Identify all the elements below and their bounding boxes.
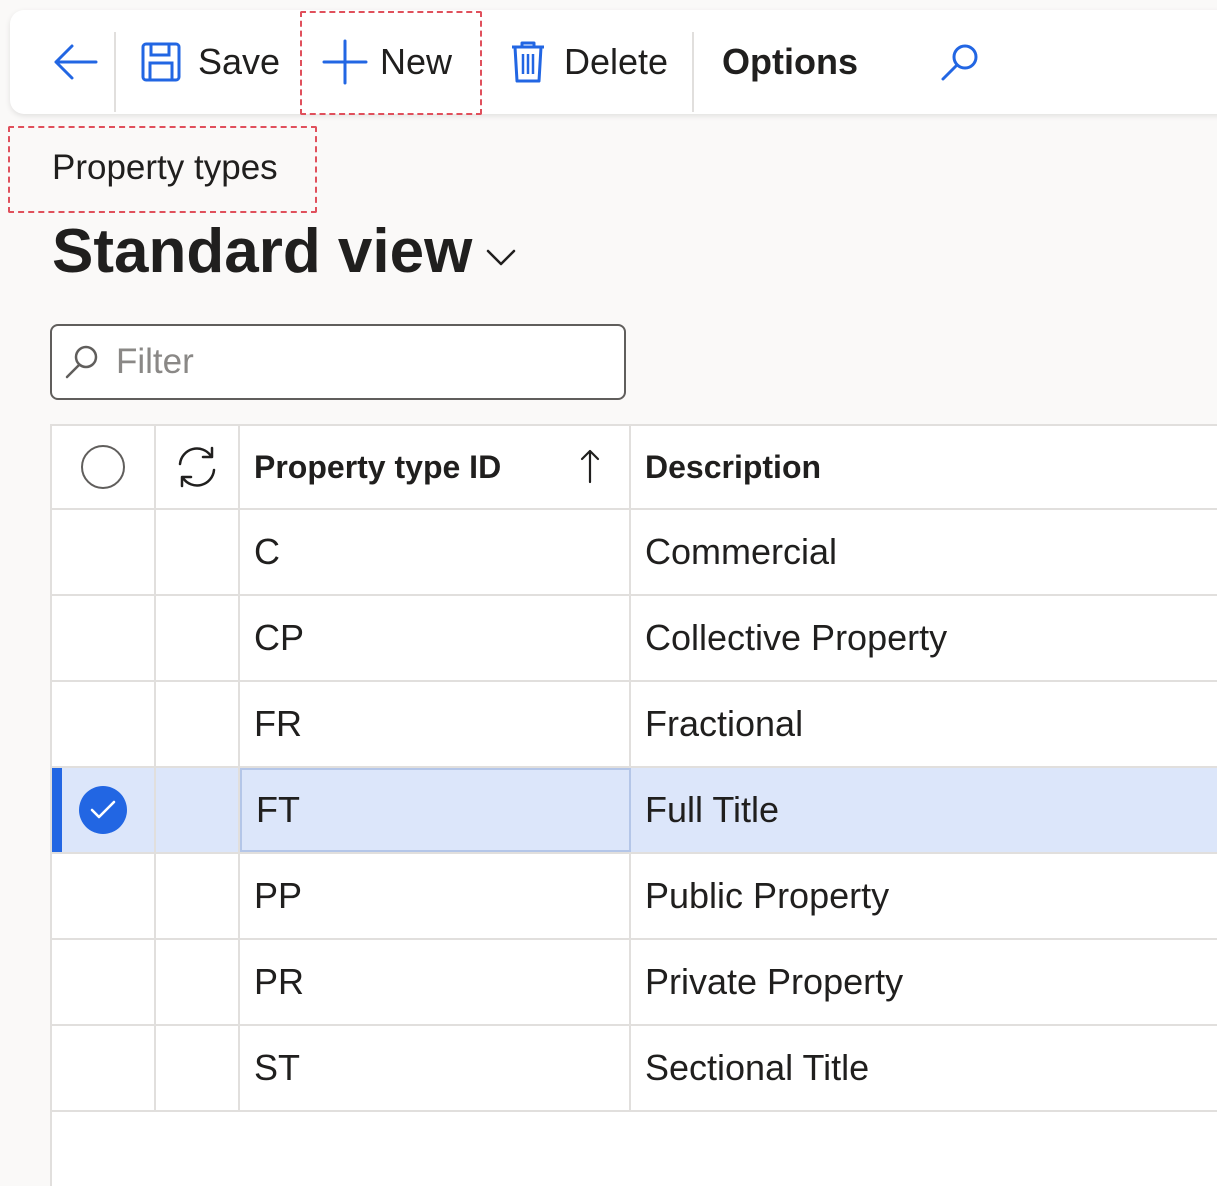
row-description-cell[interactable]: Public Property [631, 854, 1217, 938]
grid-header-row: Property type ID Description [52, 426, 1217, 510]
column-header-id[interactable]: Property type ID [240, 426, 631, 508]
delete-button[interactable]: Delete [510, 10, 668, 114]
table-row[interactable]: CP Collective Property [52, 596, 1217, 682]
row-id: ST [254, 1047, 301, 1088]
row-description: Private Property [645, 961, 904, 1002]
delete-label: Delete [564, 41, 669, 82]
options-label: Options [722, 41, 858, 82]
row-id-cell[interactable]: FT [240, 768, 631, 852]
row-select-cell[interactable] [52, 854, 156, 938]
row-id-cell[interactable]: ST [240, 1026, 631, 1110]
row-id-cell[interactable]: PR [240, 940, 631, 1024]
row-spacer-cell [156, 854, 240, 938]
row-id: CP [254, 617, 305, 658]
row-description: Sectional Title [645, 1047, 870, 1088]
search-icon [64, 344, 100, 380]
options-tab[interactable]: Options [722, 10, 858, 114]
row-id: C [254, 531, 280, 572]
row-id: FR [254, 703, 302, 744]
row-spacer-cell [156, 1026, 240, 1110]
save-button[interactable]: Save [140, 10, 280, 114]
row-id-cell[interactable]: FR [240, 682, 631, 766]
table-row[interactable]: ST Sectional Title [52, 1026, 1217, 1112]
row-description-cell[interactable]: Fractional [631, 682, 1217, 766]
row-checked-checkbox[interactable] [79, 786, 127, 834]
row-select-cell[interactable] [52, 682, 156, 766]
new-button[interactable]: New [322, 10, 452, 114]
row-description: Full Title [645, 789, 780, 830]
column-header-description[interactable]: Description [631, 426, 1217, 508]
table-row[interactable]: PR Private Property [52, 940, 1217, 1026]
row-spacer-cell [156, 768, 240, 852]
row-spacer-cell [156, 510, 240, 594]
save-label: Save [198, 41, 281, 82]
row-description-cell[interactable]: Full Title [631, 768, 1217, 852]
row-description-cell[interactable]: Collective Property [631, 596, 1217, 680]
search-icon [940, 42, 980, 82]
row-description-cell[interactable]: Commercial [631, 510, 1217, 594]
property-types-grid: Property type ID Description C Commercia… [50, 424, 1217, 1186]
arrow-left-icon [52, 42, 98, 82]
select-all-cell[interactable] [52, 426, 156, 508]
sort-up-icon [579, 448, 601, 484]
chevron-down-icon [486, 249, 516, 267]
row-select-cell[interactable] [52, 768, 156, 852]
action-pane: Save New Delete Options [10, 10, 1217, 114]
filter-input[interactable] [114, 341, 588, 383]
column-header-id-label: Property type ID [254, 448, 502, 485]
search-button[interactable] [930, 10, 990, 114]
row-select-cell[interactable] [52, 1026, 156, 1110]
view-title: Standard view [52, 217, 473, 286]
row-id-cell[interactable]: PP [240, 854, 631, 938]
plus-icon [322, 39, 368, 85]
row-id-cell[interactable]: C [240, 510, 631, 594]
row-description-cell[interactable]: Sectional Title [631, 1026, 1217, 1110]
select-all-checkbox[interactable] [81, 445, 125, 489]
new-label: New [380, 41, 453, 82]
row-spacer-cell [156, 940, 240, 1024]
row-spacer-cell [156, 682, 240, 766]
refresh-icon[interactable] [174, 444, 220, 490]
table-row[interactable]: PP Public Property [52, 854, 1217, 940]
floppy-disk-icon [140, 41, 182, 83]
row-id: PR [254, 961, 305, 1002]
table-row-selected[interactable]: FT Full Title [52, 768, 1217, 854]
row-id: FT [256, 789, 300, 830]
row-select-cell[interactable] [52, 940, 156, 1024]
row-spacer-cell [156, 596, 240, 680]
back-button[interactable] [40, 10, 110, 114]
column-header-description-label: Description [645, 448, 822, 485]
row-description: Commercial [645, 531, 838, 572]
row-description: Public Property [645, 875, 890, 916]
checkmark-icon [90, 800, 116, 820]
row-select-cell[interactable] [52, 510, 156, 594]
trash-icon [510, 40, 546, 84]
toolbar-divider [692, 32, 694, 112]
row-id-cell[interactable]: CP [240, 596, 631, 680]
row-select-cell[interactable] [52, 596, 156, 680]
refresh-cell[interactable] [156, 426, 240, 508]
row-description-cell[interactable]: Private Property [631, 940, 1217, 1024]
toolbar-divider [114, 32, 116, 112]
row-id: PP [254, 875, 303, 916]
table-row[interactable]: C Commercial [52, 510, 1217, 596]
row-description: Collective Property [645, 617, 948, 658]
table-row[interactable]: FR Fractional [52, 682, 1217, 768]
filter-box [50, 324, 626, 400]
page-caption: Property types [52, 148, 278, 187]
row-description: Fractional [645, 703, 804, 744]
view-selector[interactable]: Standard view [52, 216, 516, 287]
